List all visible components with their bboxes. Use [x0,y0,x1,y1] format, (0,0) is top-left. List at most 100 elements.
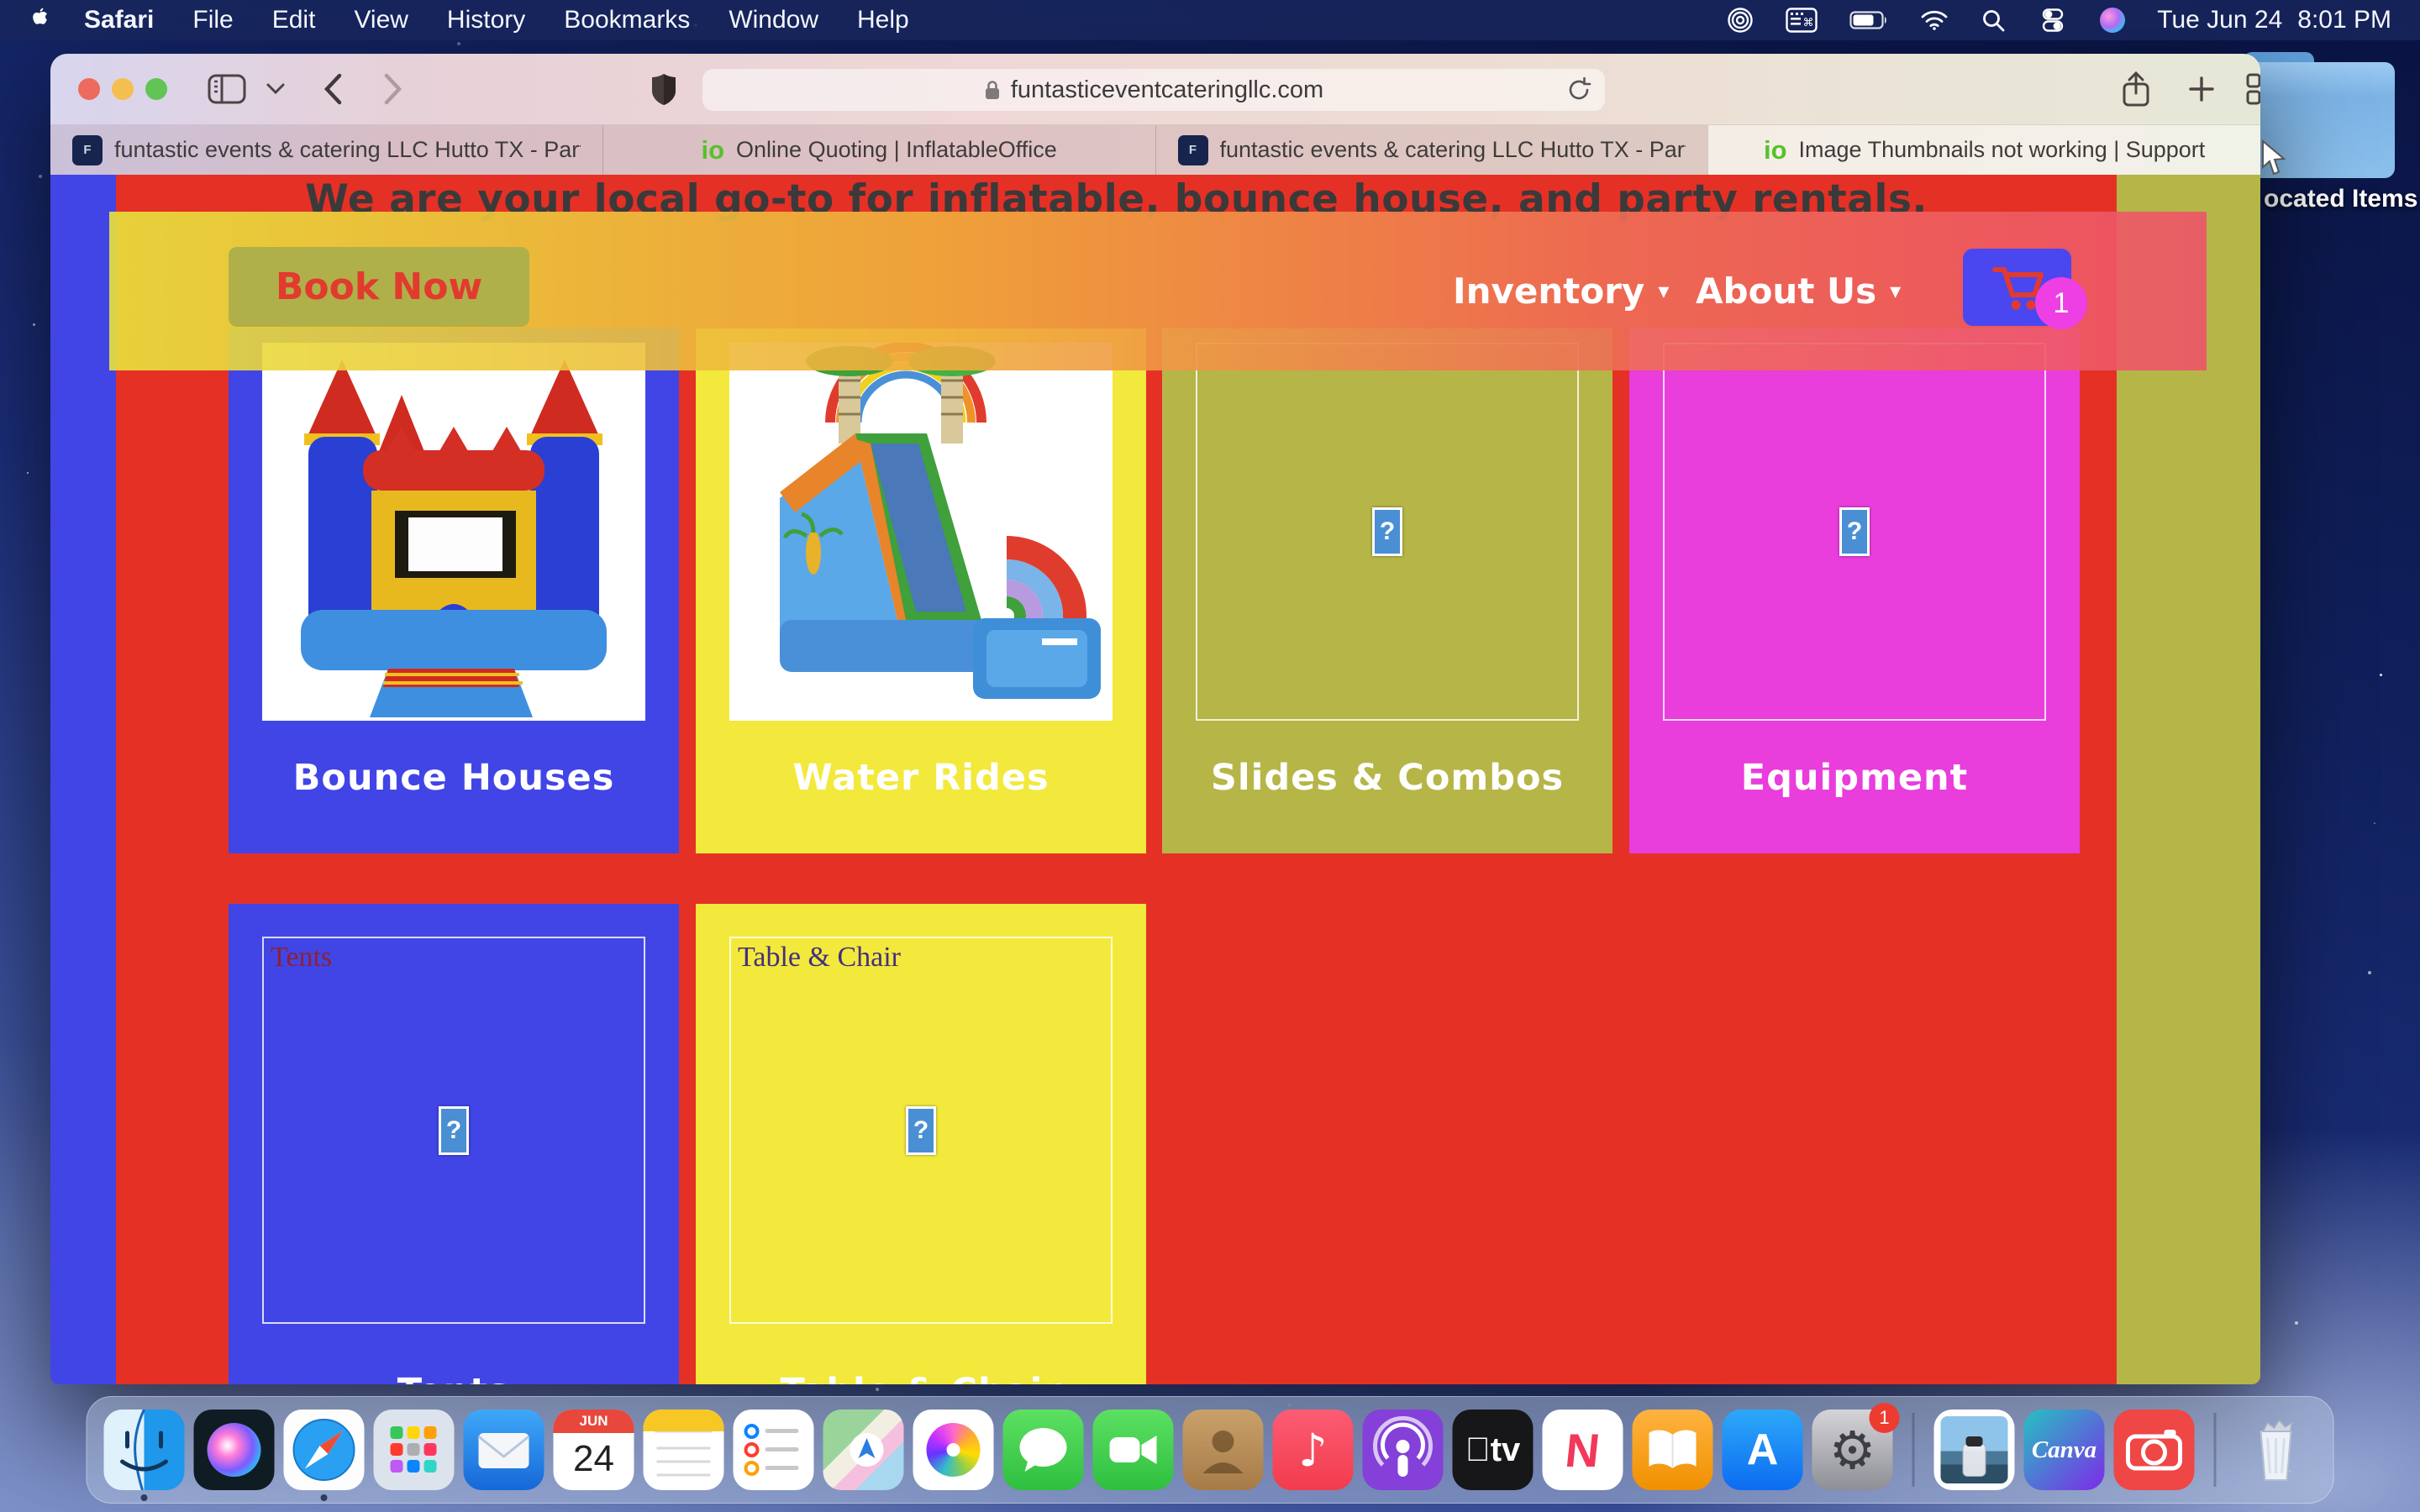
chevron-down-icon: ▾ [1658,279,1669,304]
tab-bar: Ffuntastic events & catering LLC Hutto T… [50,124,2260,175]
page-left-stripe [50,175,116,1384]
reload-icon[interactable] [1566,76,1591,110]
star [33,323,35,326]
browser-toolbar: funtasticeventcateringllc.com [50,54,2260,124]
menu-items: File Edit View History Bookmarks Window Help [192,6,947,34]
canva-label: Canva [2024,1410,2105,1490]
dock-appstore-icon[interactable]: A [1723,1410,1803,1490]
sticky-header-bar: Book Now Inventory▾ About Us▾ 1 [109,212,2207,370]
funtastic-favicon: F [72,135,103,165]
search-icon[interactable] [1981,8,2006,33]
minimize-button[interactable] [112,78,134,100]
hotspot-icon[interactable] [1727,7,1754,34]
dock-launchpad-icon[interactable] [374,1410,455,1490]
broken-image-alt-text: Tents [271,942,332,974]
menu-item-help[interactable]: Help [857,6,909,34]
star [2380,674,2382,676]
chevron-down-icon: ▾ [1890,279,1901,304]
menu-bar: Safari File Edit View History Bookmarks Windo… [0,0,2420,40]
keyboard-icon[interactable]: ⌘ [1786,8,1818,33]
nav-about-us[interactable]: About Us▾ [1696,212,1901,370]
dock-canva-icon[interactable]: Canva [2024,1410,2105,1490]
tab-4[interactable]: io Image Thumbnails not working | Support [1707,125,2260,175]
tab-overview-icon[interactable] [2235,54,2260,124]
lock-icon [984,79,1001,101]
menu-item-edit[interactable]: Edit [272,6,316,34]
dock-contacts-icon[interactable] [1183,1410,1264,1490]
settings-badge: 1 [1870,1403,1900,1433]
wifi-icon[interactable] [1920,9,1949,31]
dock-siri-icon[interactable] [194,1410,275,1490]
dock-camera-icon[interactable] [2114,1410,2195,1490]
category-card-table-chair[interactable]: Table & Chair?Table & Chair [696,904,1146,1384]
book-now-button[interactable]: Book Now [229,247,529,327]
tab-title: funtastic events & catering LLC Hutto TX… [1220,137,1686,163]
sidebar-icon[interactable] [200,54,254,124]
menu-item-view[interactable]: View [354,6,408,34]
menu-item-history[interactable]: History [447,6,525,34]
dock-photos-icon[interactable] [913,1410,994,1490]
desktop-folder-label: ocated Items [2264,185,2417,213]
close-button[interactable] [78,78,100,100]
chevron-down-icon[interactable] [259,54,292,124]
dock-notes-icon[interactable] [644,1410,724,1490]
category-label: Table & Chair [696,1371,1146,1384]
battery-icon[interactable] [1849,10,1888,30]
tab-2[interactable]: ioOnline Quoting | InflatableOffice [602,125,1155,175]
back-button[interactable] [308,54,358,124]
safari-window: funtasticeventcateringllc.com Ffuntastic… [50,54,2260,1384]
apple-menu-icon[interactable] [29,4,50,36]
dock-safari-icon[interactable] [284,1410,365,1490]
menu-clock: Tue Jun 24 8:01 PM [2157,6,2391,34]
dock-settings-icon[interactable]: ⚙1 [1812,1410,1893,1490]
forward-button[interactable] [368,54,418,124]
tab-title: Image Thumbnails not working | Support [1799,137,2206,163]
dock-image-file-icon[interactable] [1934,1410,2015,1490]
menu-item-window[interactable]: Window [729,6,818,34]
nav-inventory[interactable]: Inventory▾ [1453,212,1669,370]
siri-icon[interactable] [2100,8,2125,33]
tab-title: funtastic events & catering LLC Hutto TX… [114,137,581,163]
star [39,175,42,178]
menu-app-name[interactable]: Safari [84,6,154,34]
dock-mail-icon[interactable] [464,1410,544,1490]
share-icon[interactable] [2109,54,2163,124]
category-label: Bounce Houses [229,757,679,799]
star [876,1388,879,1391]
dock-messages-icon[interactable] [1003,1410,1084,1490]
broken-image-icon: ? [906,1106,936,1155]
calendar-month: JUN [554,1410,634,1433]
url-field[interactable]: funtasticeventcateringllc.com [702,69,1605,111]
broken-image-icon: ? [1839,507,1870,556]
control-center-icon[interactable] [2038,8,2068,32]
dock-tv-icon[interactable]: tv [1453,1410,1534,1490]
category-card-bounce-houses[interactable]: Bounce Houses [229,328,679,853]
dock-facetime-icon[interactable] [1093,1410,1174,1490]
category-card-equipment[interactable]: ?Equipment [1629,328,2080,853]
dock-music-icon[interactable]: ♪ [1273,1410,1354,1490]
new-tab-button[interactable] [2175,54,2228,124]
svg-text:⌘: ⌘ [1803,16,1814,29]
menu-time: 8:01 PM [2297,6,2391,34]
privacy-shield-icon[interactable] [639,54,689,124]
dock-trash-icon[interactable] [2236,1410,2317,1490]
dock-podcasts-icon[interactable] [1363,1410,1444,1490]
category-card-slides-combos[interactable]: ?Slides & Combos [1162,328,1612,853]
dock-reminders-icon[interactable] [734,1410,814,1490]
dock-calendar-icon[interactable]: JUN24 [554,1410,634,1490]
dock-finder-icon[interactable] [104,1410,185,1490]
category-card-tents[interactable]: Tents?Tents [229,904,679,1384]
star [27,472,29,474]
tab-1[interactable]: Ffuntastic events & catering LLC Hutto T… [50,125,602,175]
dock-books-icon[interactable] [1633,1410,1713,1490]
category-card-water-rides[interactable]: Water Rides [696,328,1146,853]
dock-maps-icon[interactable] [823,1410,904,1490]
menu-item-file[interactable]: File [192,6,233,34]
zoom-button[interactable] [145,78,167,100]
inflatableoffice-favicon: io [1764,137,1787,163]
tab-3[interactable]: Ffuntastic events & catering LLC Hutto T… [1155,125,1708,175]
water-slide-photo [729,343,1113,721]
menu-item-bookmarks[interactable]: Bookmarks [564,6,690,34]
dock-news-icon[interactable]: N [1543,1410,1623,1490]
category-label: Tents [229,1371,679,1384]
